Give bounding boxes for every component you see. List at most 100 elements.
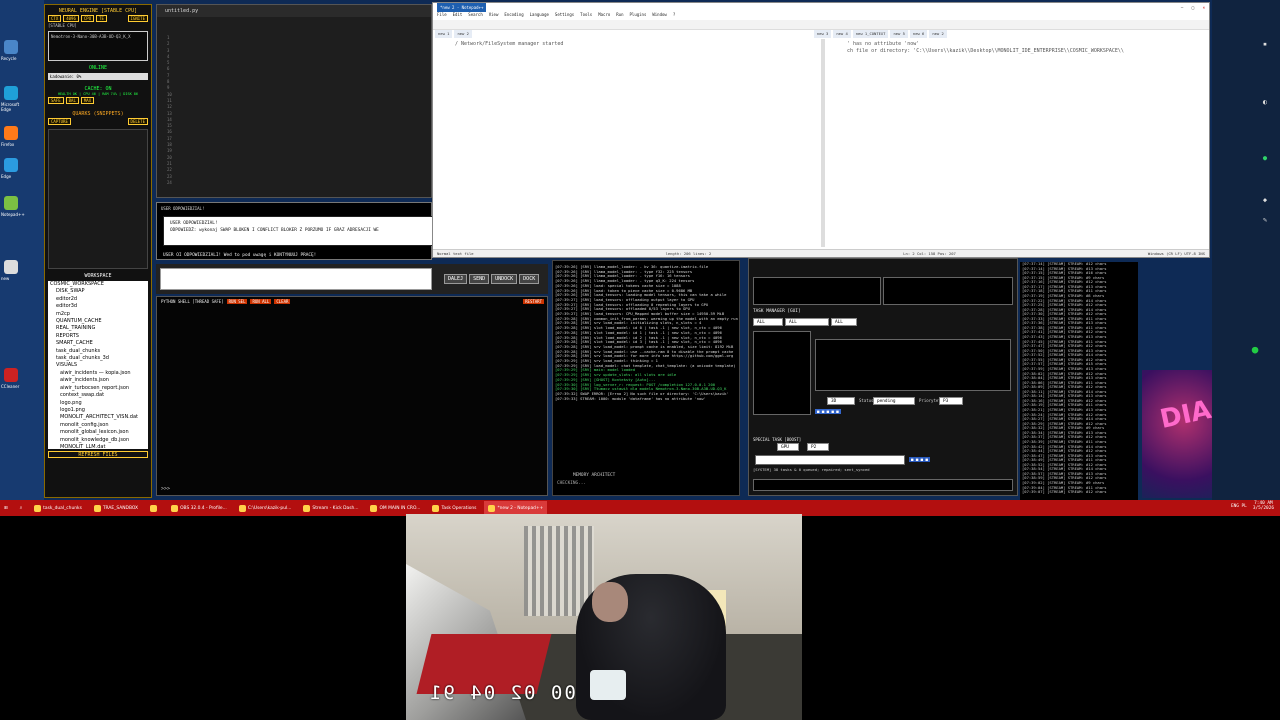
tab[interactable]: new 2 <box>929 30 947 38</box>
tab[interactable]: new 5 <box>890 30 908 38</box>
firefox-icon[interactable] <box>4 126 18 140</box>
menu-item[interactable]: Window <box>652 12 666 20</box>
te-chip[interactable]: TE <box>96 15 107 22</box>
tree-item[interactable]: aiwir_incidents.json <box>48 377 148 384</box>
menu-item[interactable]: Settings <box>555 12 574 20</box>
minimize-icon[interactable]: – <box>1181 5 1183 10</box>
notepadpp-icon[interactable] <box>4 196 18 210</box>
recycle-bin-icon[interactable] <box>4 40 18 54</box>
capture-button[interactable]: CAPTURE <box>48 118 71 125</box>
taskbar-app[interactable]: C:\Users\kazik-pul... <box>235 501 296 515</box>
close-icon[interactable]: × <box>1203 5 1205 10</box>
tree-item[interactable]: REAL_TRAINING <box>48 325 148 332</box>
menu-item[interactable]: Language <box>530 12 549 20</box>
tree-item[interactable]: aiwir_incidents — kopia.json <box>48 370 148 377</box>
tree-item[interactable]: monolit_config.json <box>48 422 148 429</box>
special-task-input[interactable] <box>755 455 905 465</box>
ccleaner-icon[interactable] <box>4 368 18 382</box>
tab[interactable]: new 4 <box>833 30 851 38</box>
filter-select[interactable]: ALL <box>831 318 857 326</box>
search-icon[interactable]: ⌕ <box>16 501 26 515</box>
balanced-mode-button[interactable]: BAL <box>65 97 79 104</box>
p-select[interactable]: P2 <box>807 443 829 451</box>
filter-select[interactable]: ALL <box>785 318 829 326</box>
filter-select[interactable]: ALL <box>753 318 783 326</box>
dock-icon[interactable]: ◐ <box>1260 98 1270 106</box>
taskbar-app[interactable]: task_dual_chunks <box>30 501 86 515</box>
maximize-icon[interactable]: □ <box>1192 5 1194 10</box>
left-editor-pane[interactable]: / Network/FileSystem manager started <box>433 39 821 247</box>
dock-button[interactable]: DOCK <box>519 274 540 284</box>
notepadpp-toolbar[interactable] <box>433 20 1209 30</box>
tab[interactable]: new 1_CONTEXT <box>852 30 889 38</box>
taskbar-app[interactable]: OBS 32.0.4 - Profile... <box>167 501 231 515</box>
tree-item[interactable]: m2cp <box>48 311 148 318</box>
tab[interactable]: new 6 <box>909 30 928 38</box>
tree-item[interactable]: MONOLIT_LLM.dat <box>48 444 148 449</box>
menu-item[interactable]: ? <box>673 12 675 20</box>
quarks-list[interactable] <box>48 129 148 269</box>
start-icon[interactable]: ⊞ <box>0 501 12 515</box>
task-list[interactable] <box>753 331 811 415</box>
tree-item[interactable]: MONOLIT_ARCHITECT_VISN.dat <box>48 414 148 421</box>
chat-input[interactable] <box>160 268 432 290</box>
type-select[interactable]: 3D <box>827 397 855 405</box>
tab[interactable]: new 2 <box>454 30 472 38</box>
taskbar-app[interactable]: TRAE_SANDBOX <box>90 501 142 515</box>
shell-prompt[interactable]: >>> <box>161 486 170 492</box>
dock-icon[interactable]: ✎ <box>1260 216 1270 224</box>
tab[interactable]: new 3 <box>813 30 832 38</box>
taskbar-app[interactable]: *new 2 - Notepad++ <box>484 501 548 515</box>
restart-button[interactable]: RESTART <box>523 299 544 304</box>
tree-item[interactable]: aiwir_turbocsen_report.json <box>48 385 148 392</box>
taskbar-app[interactable] <box>146 501 163 515</box>
next-button[interactable]: DALEJ <box>444 274 468 284</box>
model-field[interactable]: Nemotron-3-Nano-30B-A3B-UD-Q3_K_X <box>48 31 148 61</box>
clock[interactable]: 7:40 AM 3/5/2026 <box>1253 501 1274 511</box>
notification-icon[interactable]: ● <box>1250 344 1260 355</box>
tree-item[interactable]: logo1.png <box>48 407 148 414</box>
task-action-chips[interactable]: ■ ■ ■ ■ ■ <box>815 409 841 414</box>
cpu-chip[interactable]: CPU <box>80 15 95 22</box>
tree-item[interactable]: VISUALS <box>48 362 148 369</box>
menu-item[interactable]: File <box>437 12 447 20</box>
tree-item[interactable]: logo.png <box>48 400 148 407</box>
menu-item[interactable]: Run <box>616 12 623 20</box>
send-button[interactable]: SEND <box>469 274 490 284</box>
priority-select[interactable]: P3 <box>939 397 963 405</box>
menu-item[interactable]: Plugins <box>630 12 647 20</box>
tree-item[interactable]: REPORTS <box>48 333 148 340</box>
taskbar-app[interactable]: Stream - Kick Dash... <box>299 501 362 515</box>
tree-item[interactable]: editor3d <box>48 303 148 310</box>
tree-item[interactable]: task_dual_chunks_3d <box>48 355 148 362</box>
max-mode-button[interactable]: MAX <box>80 97 95 104</box>
tree-item[interactable]: monolit_knowledge_db.json <box>48 437 148 444</box>
tree-item[interactable]: DISK_SWAP <box>48 288 148 295</box>
menu-item[interactable]: Tools <box>580 12 592 20</box>
clear-button[interactable]: CLEAR <box>274 299 291 304</box>
ignite-button[interactable]: IGNITE <box>127 15 148 22</box>
safe-mode-button[interactable]: SAFE <box>48 97 64 104</box>
menu-item[interactable]: View <box>489 12 499 20</box>
tree-item[interactable]: editor2d <box>48 296 148 303</box>
taskbar-app[interactable]: OM MAIN IN CRO... <box>366 501 424 515</box>
menu-item[interactable]: Encoding <box>504 12 523 20</box>
language-indicator[interactable]: ENG PL <box>1231 504 1247 509</box>
right-editor-pane[interactable]: ' has no attribute 'now' ch file or dire… <box>825 39 1209 247</box>
editor-tab[interactable]: untitled.py <box>165 8 198 14</box>
dock-icon[interactable]: ◆ <box>1260 196 1270 204</box>
model-select[interactable]: GPU <box>777 443 799 451</box>
tree-item[interactable]: QUANTUM_CACHE <box>48 318 148 325</box>
task-detail[interactable] <box>815 339 1011 391</box>
menu-item[interactable]: Search <box>468 12 482 20</box>
tab[interactable]: new 1 <box>435 30 453 38</box>
menu-item[interactable]: Macro <box>598 12 610 20</box>
chat-icon[interactable]: ● <box>1260 154 1270 162</box>
edge-icon[interactable] <box>4 86 18 100</box>
ctx-chip[interactable]: CTX <box>48 15 62 22</box>
taskbar-app[interactable]: Task Operations <box>428 501 480 515</box>
delete-button[interactable]: DELETE <box>127 118 148 125</box>
ctx-value-chip[interactable]: 4096 <box>63 15 79 22</box>
tree-item[interactable]: context_swap.dat <box>48 392 148 399</box>
menu-item[interactable]: Edit <box>453 12 463 20</box>
